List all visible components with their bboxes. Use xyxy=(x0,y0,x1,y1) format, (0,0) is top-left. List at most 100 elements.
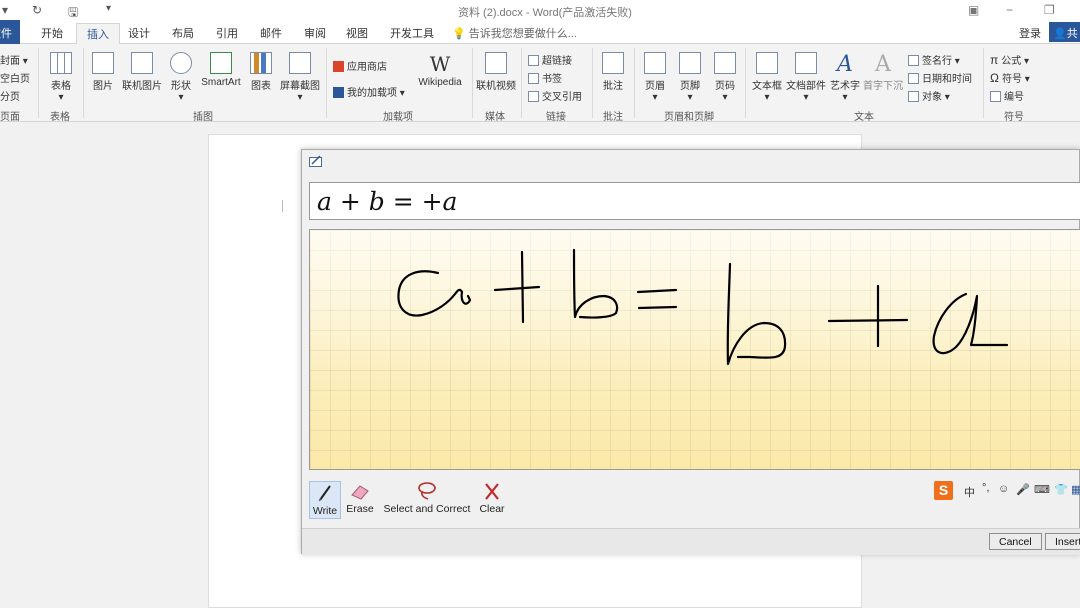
camera-icon xyxy=(289,52,311,74)
wordart-button[interactable]: A 艺术字 ▾ xyxy=(829,52,861,103)
quick-parts-button[interactable]: 文档部件 ▾ xyxy=(785,52,827,103)
eraser-icon xyxy=(351,485,369,500)
group-label-links: 链接 xyxy=(546,112,566,123)
tab-file[interactable]: 文件 xyxy=(0,20,20,44)
redo-icon[interactable]: ↻ xyxy=(32,3,42,17)
ribbon: 封面 ▾ 空白页 分页 页面 表格 ▾ 表格 图片 联机图片 形状 ▾ SmartA… xyxy=(0,44,1080,123)
header-button[interactable]: 页眉 ▾ xyxy=(640,52,670,103)
minimize-icon[interactable]: − xyxy=(1006,3,1013,17)
picture-icon xyxy=(92,52,114,74)
drop-cap-button[interactable]: A 首字下沉 xyxy=(862,52,904,92)
hyperlink-button[interactable]: 超链接 xyxy=(528,52,572,67)
chart-icon xyxy=(250,52,272,74)
lasso-icon xyxy=(418,482,436,500)
clear-x-icon xyxy=(485,483,499,500)
ribbon-collapse-icon[interactable]: ▾ xyxy=(2,3,8,17)
wikipedia-icon: W xyxy=(429,52,451,76)
group-label-text: 文本 xyxy=(854,112,874,123)
stroke-equals-top xyxy=(636,288,678,294)
screenshot-button[interactable]: 屏幕截图 ▾ xyxy=(278,52,322,103)
stroke-equals-bottom xyxy=(637,305,678,310)
drop-cap-icon: A xyxy=(875,52,891,77)
share-button[interactable]: 👤共享 xyxy=(1049,22,1080,56)
skin-icon[interactable]: 👕 xyxy=(1054,483,1068,496)
date-time-button[interactable]: 日期和时间 xyxy=(908,70,972,85)
tab-mailings[interactable]: 邮件 xyxy=(260,25,282,41)
store-icon xyxy=(333,61,344,72)
quick-access-dropdown-icon[interactable]: ▾ xyxy=(106,3,111,14)
ribbon-display-options-icon[interactable]: ▣ xyxy=(968,3,979,17)
tab-insert[interactable]: 插入 xyxy=(76,23,120,45)
restore-icon[interactable]: ❐ xyxy=(1044,3,1055,17)
tab-developer[interactable]: 开发工具 xyxy=(390,25,434,41)
emoji-icon[interactable]: ☺ xyxy=(998,483,1009,495)
object-button[interactable]: 对象 ▾ xyxy=(908,88,950,103)
stroke-a xyxy=(397,270,472,317)
login-link[interactable]: 登录 xyxy=(1019,25,1041,41)
group-label-comment: 批注 xyxy=(603,112,623,123)
online-pictures-button[interactable]: 联机图片 xyxy=(120,52,164,92)
tab-layout[interactable]: 布局 xyxy=(172,25,194,41)
bookmark-button[interactable]: 书签 xyxy=(528,70,562,85)
tell-me-box[interactable]: 💡 告诉我您想要做什么... xyxy=(452,25,577,41)
stroke-b1 xyxy=(572,248,619,319)
panel-button-bar: Cancel Insert xyxy=(302,528,1080,555)
group-label-header-footer: 页眉和页脚 xyxy=(664,112,714,123)
quick-parts-icon xyxy=(795,52,817,74)
smartart-button[interactable]: SmartArt xyxy=(198,52,244,88)
ribbon-tabs: 文件 开始 插入 设计 布局 引用 邮件 审阅 视图 开发工具 💡 告诉我您想要… xyxy=(0,20,1080,56)
tab-design[interactable]: 设计 xyxy=(128,25,150,41)
page-break-button[interactable]: 分页 xyxy=(0,88,20,103)
sogou-logo-icon[interactable]: S xyxy=(934,481,953,500)
tab-home[interactable]: 开始 xyxy=(41,25,63,41)
cancel-button[interactable]: Cancel xyxy=(989,533,1042,550)
write-tool[interactable]: Write xyxy=(309,481,341,519)
keyboard-icon[interactable]: ⌨ xyxy=(1034,483,1050,496)
store-button[interactable]: 应用商店 xyxy=(333,58,387,73)
chart-button[interactable]: 图表 xyxy=(247,52,275,92)
tab-references[interactable]: 引用 xyxy=(216,25,238,41)
group-label-table: 表格 xyxy=(50,112,70,123)
toolbox-icon[interactable]: ▦ xyxy=(1071,483,1080,496)
group-label-symbols: 符号 xyxy=(1004,112,1024,123)
blank-page-button[interactable]: 空白页 xyxy=(0,70,30,85)
text-box-button[interactable]: 文本框 ▾ xyxy=(750,52,784,103)
title-bar: ▾ ↻ 🖫 ▾ 资料 (2).docx - Word(产品激活失败) ▣ − ❐ xyxy=(0,0,1080,20)
math-input-panel-icon xyxy=(309,155,322,167)
shapes-button[interactable]: 形状 ▾ xyxy=(166,52,196,103)
erase-tool[interactable]: Erase xyxy=(345,481,375,515)
clear-tool[interactable]: Clear xyxy=(477,481,507,515)
tab-review[interactable]: 审阅 xyxy=(304,25,326,41)
group-label-media: 媒体 xyxy=(485,112,505,123)
ime-language-toggle[interactable]: 中 xyxy=(964,484,975,500)
punctuation-icon[interactable]: °, xyxy=(982,482,989,494)
cross-reference-button[interactable]: 交叉引用 xyxy=(528,88,582,103)
group-label-illustrations: 插图 xyxy=(193,112,213,123)
symbol-button[interactable]: Ω 符号 ▾ xyxy=(990,70,1030,85)
online-video-button[interactable]: 联机视频 xyxy=(474,52,518,92)
tab-view[interactable]: 视图 xyxy=(346,25,368,41)
cover-page-button[interactable]: 封面 ▾ xyxy=(0,52,28,67)
group-label-addins: 加载项 xyxy=(383,112,413,123)
signature-line-button[interactable]: 签名行 ▾ xyxy=(908,52,960,67)
footer-button[interactable]: 页脚 ▾ xyxy=(675,52,705,103)
handwriting-strokes xyxy=(397,248,1009,366)
comment-button[interactable]: 批注 xyxy=(598,52,628,92)
math-preview: a + b = +a xyxy=(309,182,1080,220)
select-correct-tool[interactable]: Select and Correct xyxy=(381,481,473,515)
pictures-button[interactable]: 图片 xyxy=(88,52,118,92)
calendar-icon xyxy=(908,73,919,84)
insert-button[interactable]: Insert xyxy=(1045,533,1080,550)
equation-button[interactable]: π 公式 ▾ xyxy=(990,52,1029,67)
table-button[interactable]: 表格 ▾ xyxy=(46,52,76,103)
page-number-button[interactable]: 页码 ▾ xyxy=(710,52,740,103)
writing-canvas[interactable] xyxy=(309,229,1080,470)
object-icon xyxy=(908,91,919,102)
stroke-b2 xyxy=(726,262,787,366)
microphone-icon[interactable]: 🎤 xyxy=(1016,483,1030,496)
wikipedia-button[interactable]: W Wikipedia xyxy=(414,52,466,88)
window-title: 资料 (2).docx - Word(产品激活失败) xyxy=(458,7,632,19)
header-icon xyxy=(644,52,666,74)
numbering-button[interactable]: 编号 xyxy=(990,88,1024,103)
my-addins-button[interactable]: 我的加载项 ▾ xyxy=(333,84,405,99)
